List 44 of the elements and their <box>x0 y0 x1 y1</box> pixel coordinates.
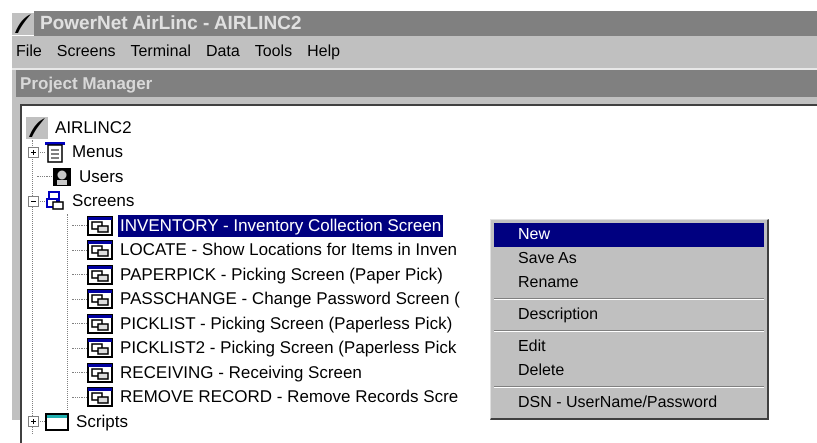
window-icon <box>87 314 113 334</box>
menu-item[interactable]: Tools <box>254 43 292 61</box>
user-icon <box>52 166 72 187</box>
windows-icon <box>45 191 65 212</box>
tree-item[interactable]: LOCATE - Show Locations for Items in Inven <box>118 239 459 262</box>
tree-item[interactable]: Menus <box>70 141 126 164</box>
menu-item[interactable]: Description <box>494 303 764 327</box>
tree-item[interactable]: Scripts <box>74 410 130 433</box>
tree-item[interactable]: Screens <box>70 190 136 212</box>
window-title: PowerNet AirLinc - AIRLINC2 <box>40 12 302 34</box>
tree-item[interactable]: PASSCHANGE - Change Password Screen ( <box>118 288 462 310</box>
menu-item[interactable]: Edit <box>494 335 764 359</box>
menu-item[interactable]: Terminal <box>130 43 191 61</box>
window-icon <box>87 264 113 285</box>
expand-icon[interactable] <box>28 146 38 158</box>
menu-item[interactable]: File <box>16 43 42 61</box>
window-icon <box>87 240 113 260</box>
window-icon <box>87 289 113 310</box>
tree-item[interactable]: Users <box>77 166 126 188</box>
window-icon <box>87 362 113 383</box>
menu-item[interactable]: Help <box>307 43 340 61</box>
tree-item[interactable]: INVENTORY - Inventory Collection Screen <box>118 214 444 237</box>
menu-item[interactable]: DSN - UserName/Password <box>494 391 764 415</box>
menu-item[interactable]: Screens <box>56 43 116 61</box>
menu-item[interactable]: Delete <box>494 359 764 383</box>
window-icon <box>87 387 113 408</box>
panel-title: Project Manager <box>16 70 817 97</box>
quill-icon <box>26 117 48 139</box>
tree-item[interactable]: PICKLIST - Picking Screen (Paperless Pick) <box>118 312 454 335</box>
menu-item[interactable]: Data <box>206 43 240 61</box>
menu-item[interactable]: Rename <box>494 271 764 295</box>
tree-item[interactable]: REMOVE RECORD - Remove Records Scre <box>118 386 460 408</box>
menu-item[interactable]: Save As <box>494 247 764 271</box>
window-icon <box>87 338 113 358</box>
window-icon <box>45 412 69 432</box>
tree-item[interactable]: RECEIVING - Receiving Screen <box>118 362 364 384</box>
expand-icon[interactable] <box>28 416 38 428</box>
tree-item[interactable]: AIRLINC2 <box>53 117 134 139</box>
menu-list-icon <box>45 141 65 164</box>
collapse-icon[interactable] <box>28 196 38 207</box>
window-icon <box>87 216 113 236</box>
tree-item[interactable]: PICKLIST2 - Picking Screen (Paperless Pick <box>118 337 458 360</box>
menu-item[interactable]: New <box>494 223 764 247</box>
tree-item[interactable]: PAPERPICK - Picking Screen (Paper Pick) <box>118 264 445 286</box>
